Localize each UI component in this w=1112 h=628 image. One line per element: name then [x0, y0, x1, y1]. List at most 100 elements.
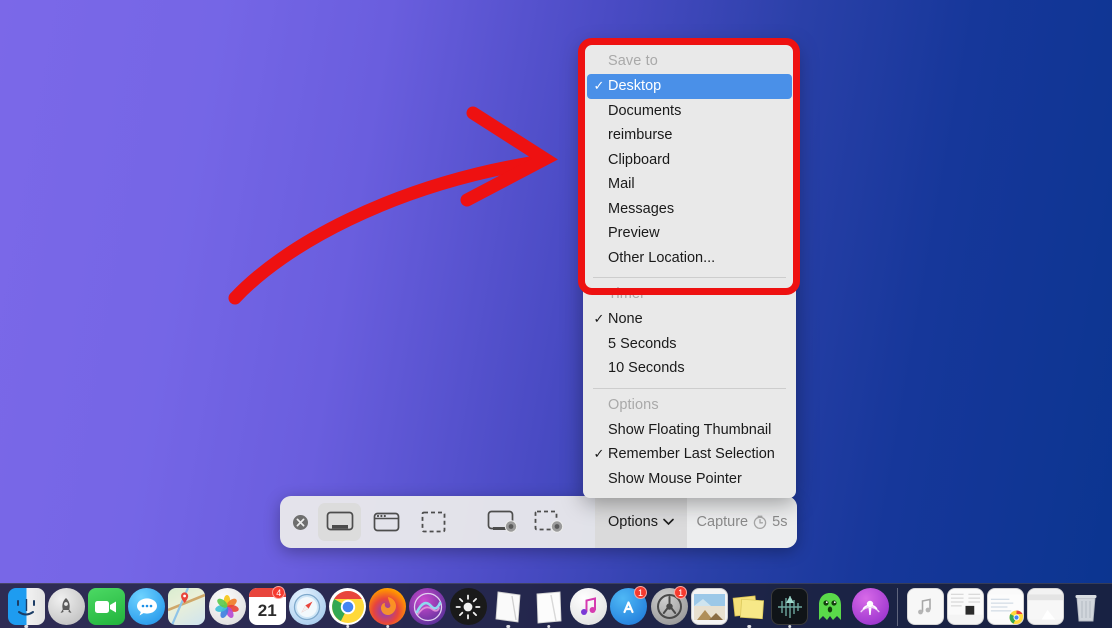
- rocket-icon: [55, 596, 77, 618]
- dock-item-itunes[interactable]: [570, 586, 608, 627]
- dock-item-maps[interactable]: [168, 586, 206, 627]
- firefox-icon: [369, 588, 406, 625]
- menu-item-show-floating-thumbnail[interactable]: Show Floating Thumbnail: [583, 418, 796, 443]
- finder-window-thumb-icon: [1028, 594, 1063, 620]
- menu-item-other-location[interactable]: Other Location...: [583, 246, 796, 271]
- dock-item-preview[interactable]: [690, 586, 728, 627]
- menu-item-timer-none[interactable]: ✓ None: [583, 307, 796, 332]
- options-button[interactable]: Options: [595, 496, 687, 548]
- dock-item-system-preferences[interactable]: 1: [650, 586, 688, 627]
- audio-app-icon: [771, 588, 808, 625]
- chrome-logo-icon: [331, 590, 365, 624]
- dock-item-notes[interactable]: [529, 586, 567, 627]
- dock-divider: [897, 588, 898, 626]
- dock-item-facetime[interactable]: [87, 586, 125, 627]
- brightness-icon: [450, 588, 487, 625]
- ghost-icon: [815, 591, 845, 623]
- dock-minimized-music-window[interactable]: [906, 586, 944, 627]
- waveform-icon: [774, 594, 806, 620]
- dock-item-calendar[interactable]: 21 4: [248, 586, 286, 627]
- close-icon: [292, 514, 309, 531]
- app-store-badge: 1: [634, 586, 647, 599]
- dock-item-messages[interactable]: [128, 586, 166, 627]
- dock-item-finder[interactable]: [7, 586, 45, 627]
- minimized-finder-window-icon: [1027, 588, 1064, 625]
- record-selected-portion-button[interactable]: [528, 503, 571, 541]
- running-indicator: [507, 625, 511, 628]
- screenshot-toolbar[interactable]: Options Capture 5s: [280, 496, 797, 548]
- dock-item-popclip[interactable]: [811, 586, 849, 627]
- menu-item-label: None: [608, 311, 643, 327]
- dock-item-stickies[interactable]: [730, 586, 768, 627]
- dock-item-pages[interactable]: [489, 586, 527, 627]
- capture-button[interactable]: Capture 5s: [687, 496, 797, 548]
- dock-item-chrome[interactable]: [329, 586, 367, 627]
- menu-item-remember-last-selection[interactable]: ✓ Remember Last Selection: [583, 442, 796, 467]
- dock-item-siri[interactable]: [409, 586, 447, 627]
- launchpad-icon: [48, 588, 85, 625]
- desktop-screen: Save to ✓ Desktop Documents reimburse Cl…: [0, 0, 1112, 628]
- menu-item-reimburse[interactable]: reimburse: [583, 123, 796, 148]
- messages-icon: [128, 588, 165, 625]
- menu-item-preview[interactable]: Preview: [583, 221, 796, 246]
- chrome-icon: [329, 588, 366, 625]
- close-button[interactable]: [280, 514, 314, 531]
- menu-item-timer-10-seconds[interactable]: 10 Seconds: [583, 356, 796, 381]
- record-mode-group[interactable]: [479, 503, 573, 541]
- dock-minimized-doc-window[interactable]: [946, 586, 984, 627]
- compass-icon: [292, 592, 322, 622]
- notes-icon: [530, 588, 567, 625]
- safari-icon: [289, 588, 326, 625]
- menu-section-title-timer: Timer: [583, 282, 796, 307]
- capture-entire-screen-button[interactable]: [318, 503, 361, 541]
- menu-item-label: Documents: [608, 103, 681, 119]
- dock[interactable]: 21 4: [0, 583, 1112, 628]
- selected-portion-icon: [421, 511, 446, 533]
- dock-item-trash[interactable]: [1067, 586, 1105, 627]
- document-thumb-icon: [948, 589, 983, 615]
- preview-icon: [691, 588, 728, 625]
- photo-thumb-icon: [693, 593, 726, 621]
- dock-item-app-store[interactable]: 1: [610, 586, 648, 627]
- screenshot-options-menu[interactable]: Save to ✓ Desktop Documents reimburse Cl…: [583, 43, 796, 498]
- finder-icon: [8, 588, 45, 625]
- dock-item-podcasts[interactable]: [851, 586, 889, 627]
- menu-item-messages[interactable]: Messages: [583, 197, 796, 222]
- running-indicator: [788, 625, 792, 628]
- dock-item-firefox[interactable]: [369, 586, 407, 627]
- selected-window-icon: [373, 511, 400, 533]
- record-entire-screen-button[interactable]: [481, 503, 524, 541]
- menu-item-label: Show Floating Thumbnail: [608, 422, 771, 438]
- capture-mode-group[interactable]: [316, 503, 457, 541]
- dock-item-launchpad[interactable]: [47, 586, 85, 627]
- menu-item-label: Preview: [608, 225, 660, 241]
- menu-item-label: Other Location...: [608, 250, 715, 266]
- dock-item-audio-app[interactable]: [771, 586, 809, 627]
- menu-item-timer-5-seconds[interactable]: 5 Seconds: [583, 332, 796, 357]
- dock-minimized-finder-window[interactable]: [1027, 586, 1065, 627]
- dock-item-photos[interactable]: [208, 586, 246, 627]
- capture-selected-window-button[interactable]: [365, 503, 408, 541]
- dock-item-safari[interactable]: [288, 586, 326, 627]
- red-curved-arrow: [215, 95, 575, 310]
- note-page-icon: [533, 590, 565, 624]
- menu-item-label: Remember Last Selection: [608, 446, 775, 462]
- menu-item-documents[interactable]: Documents: [583, 99, 796, 124]
- dock-item-brightness[interactable]: [449, 586, 487, 627]
- menu-item-show-mouse-pointer[interactable]: Show Mouse Pointer: [583, 467, 796, 492]
- menu-item-label: 10 Seconds: [608, 360, 685, 376]
- photos-icon: [209, 588, 246, 625]
- menu-item-clipboard[interactable]: Clipboard: [583, 148, 796, 173]
- trash-icon: [1067, 588, 1104, 625]
- menu-item-desktop[interactable]: ✓ Desktop: [587, 74, 792, 99]
- pages-icon: [490, 588, 527, 625]
- paper-pencil-icon: [492, 590, 524, 624]
- timer-value: 5s: [772, 514, 787, 530]
- menu-separator: [593, 388, 786, 389]
- minimized-doc-window-icon: [947, 588, 984, 625]
- dock-minimized-chrome-window[interactable]: [986, 586, 1024, 627]
- fox-icon: [375, 594, 401, 620]
- menu-section-title-options: Options: [583, 393, 796, 418]
- menu-item-mail[interactable]: Mail: [583, 172, 796, 197]
- capture-selected-portion-button[interactable]: [412, 503, 455, 541]
